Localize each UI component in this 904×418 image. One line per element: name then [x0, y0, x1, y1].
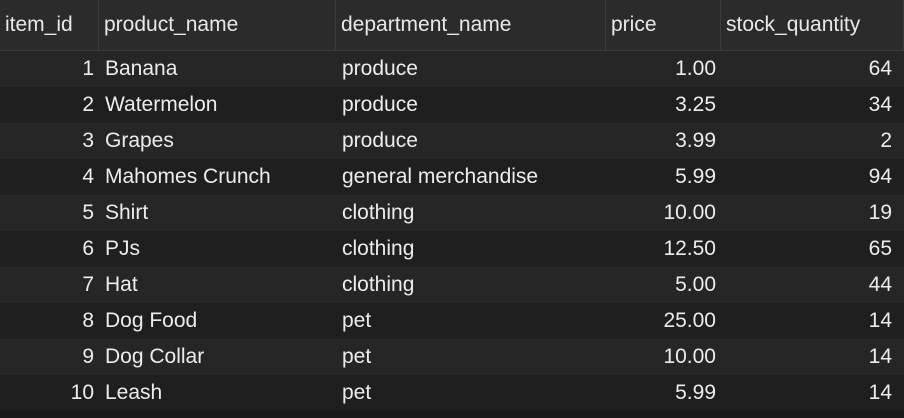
cell-product-name[interactable]: Mahomes Crunch: [99, 159, 336, 195]
cell-price[interactable]: 3.25: [606, 87, 721, 123]
cell-product-name[interactable]: Dog Food: [99, 303, 336, 339]
cell-department-name[interactable]: pet: [336, 375, 606, 411]
table-row[interactable]: 5 Shirt clothing 10.00 19: [0, 195, 904, 231]
cell-item-id[interactable]: 10: [0, 375, 99, 411]
cell-stock-quantity[interactable]: 2: [721, 123, 904, 159]
table-row[interactable]: 3 Grapes produce 3.99 2: [0, 123, 904, 159]
cell-item-id[interactable]: 9: [0, 339, 99, 375]
cell-department-name[interactable]: pet: [336, 303, 606, 339]
cell-price[interactable]: 10.00: [606, 339, 721, 375]
cell-item-id[interactable]: 8: [0, 303, 99, 339]
cell-price[interactable]: 12.50: [606, 231, 721, 267]
cell-product-name[interactable]: Shirt: [99, 195, 336, 231]
cell-product-name[interactable]: Hat: [99, 267, 336, 303]
cell-price[interactable]: 5.99: [606, 375, 721, 411]
cell-department-name[interactable]: general merchandise: [336, 159, 606, 195]
cell-price[interactable]: 3.99: [606, 123, 721, 159]
cell-stock-quantity[interactable]: 19: [721, 195, 904, 231]
table-row[interactable]: 8 Dog Food pet 25.00 14: [0, 303, 904, 339]
cell-stock-quantity[interactable]: 44: [721, 267, 904, 303]
table-body: 1 Banana produce 1.00 64 2 Watermelon pr…: [0, 51, 904, 411]
column-header-price[interactable]: price: [606, 0, 721, 50]
table-row[interactable]: 1 Banana produce 1.00 64: [0, 51, 904, 87]
table-row[interactable]: 6 PJs clothing 12.50 65: [0, 231, 904, 267]
cell-price[interactable]: 25.00: [606, 303, 721, 339]
cell-item-id[interactable]: 1: [0, 51, 99, 87]
table-row[interactable]: 9 Dog Collar pet 10.00 14: [0, 339, 904, 375]
cell-item-id[interactable]: 5: [0, 195, 99, 231]
cell-department-name[interactable]: clothing: [336, 195, 606, 231]
cell-product-name[interactable]: Leash: [99, 375, 336, 411]
cell-department-name[interactable]: produce: [336, 123, 606, 159]
cell-department-name[interactable]: clothing: [336, 231, 606, 267]
cell-item-id[interactable]: 4: [0, 159, 99, 195]
cell-stock-quantity[interactable]: 64: [721, 51, 904, 87]
cell-stock-quantity[interactable]: 14: [721, 303, 904, 339]
column-header-department-name[interactable]: department_name: [336, 0, 606, 50]
cell-item-id[interactable]: 6: [0, 231, 99, 267]
column-header-stock-quantity[interactable]: stock_quantity: [721, 0, 904, 50]
cell-stock-quantity[interactable]: 94: [721, 159, 904, 195]
table-row[interactable]: 4 Mahomes Crunch general merchandise 5.9…: [0, 159, 904, 195]
cell-stock-quantity[interactable]: 14: [721, 339, 904, 375]
cell-item-id[interactable]: 2: [0, 87, 99, 123]
cell-product-name[interactable]: PJs: [99, 231, 336, 267]
cell-product-name[interactable]: Banana: [99, 51, 336, 87]
table-header: item_id product_name department_name pri…: [0, 0, 904, 51]
cell-product-name[interactable]: Grapes: [99, 123, 336, 159]
cell-price[interactable]: 1.00: [606, 51, 721, 87]
cell-price[interactable]: 5.99: [606, 159, 721, 195]
cell-price[interactable]: 10.00: [606, 195, 721, 231]
table-row[interactable]: 2 Watermelon produce 3.25 34: [0, 87, 904, 123]
cell-stock-quantity[interactable]: 65: [721, 231, 904, 267]
cell-item-id[interactable]: 3: [0, 123, 99, 159]
cell-department-name[interactable]: produce: [336, 51, 606, 87]
cell-department-name[interactable]: pet: [336, 339, 606, 375]
cell-item-id[interactable]: 7: [0, 267, 99, 303]
column-header-product-name[interactable]: product_name: [99, 0, 336, 50]
table-row[interactable]: 7 Hat clothing 5.00 44: [0, 267, 904, 303]
column-header-item-id[interactable]: item_id: [0, 0, 99, 50]
cell-product-name[interactable]: Dog Collar: [99, 339, 336, 375]
cell-price[interactable]: 5.00: [606, 267, 721, 303]
grid-bottom-edge: [0, 410, 904, 418]
cell-stock-quantity[interactable]: 34: [721, 87, 904, 123]
cell-department-name[interactable]: produce: [336, 87, 606, 123]
results-grid: item_id product_name department_name pri…: [0, 0, 904, 418]
cell-stock-quantity[interactable]: 14: [721, 375, 904, 411]
cell-department-name[interactable]: clothing: [336, 267, 606, 303]
table-row[interactable]: 10 Leash pet 5.99 14: [0, 375, 904, 411]
cell-product-name[interactable]: Watermelon: [99, 87, 336, 123]
